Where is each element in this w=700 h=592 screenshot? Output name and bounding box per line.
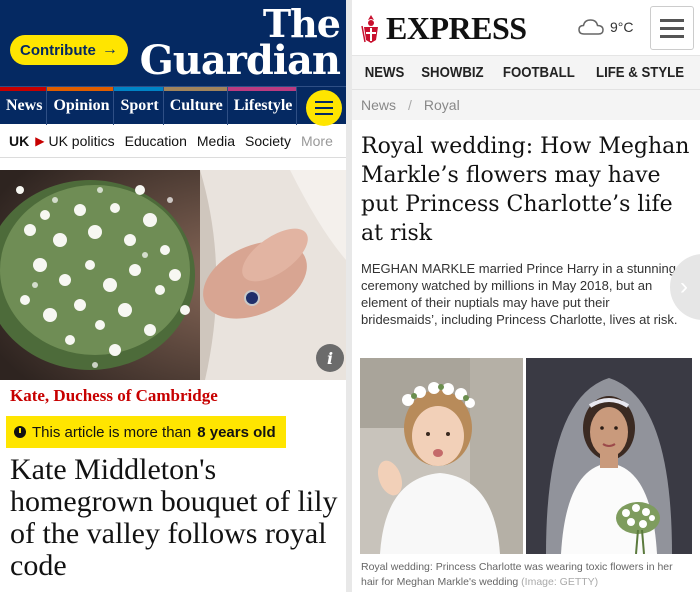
breadcrumb: News / Royal [352, 90, 700, 120]
clock-icon [14, 426, 26, 438]
logo-line-2: Guardian [139, 37, 341, 85]
breadcrumb-item[interactable]: News [361, 97, 396, 113]
arrow-right-icon: → [101, 41, 118, 58]
weather-temp: 9°C [610, 19, 634, 35]
contribute-label: Contribute [20, 41, 96, 59]
pillar-sport[interactable]: Sport [114, 87, 164, 125]
express-logo[interactable]: EXPRESS [360, 10, 527, 47]
menu-icon-line [315, 107, 333, 109]
subnav-item[interactable]: UK politics [48, 133, 114, 149]
weather-widget[interactable]: 9°C [578, 18, 634, 36]
breadcrumb-item[interactable]: Royal [424, 97, 460, 113]
express-header: EXPRESS 9°C [352, 0, 700, 56]
pillar-color-bar [114, 87, 163, 91]
contribute-button[interactable]: Contribute → [10, 35, 128, 65]
meghan-photo-image [526, 358, 692, 554]
article-standfirst: MEGHAN MARKLE married Prince Harry in a … [361, 261, 678, 327]
menu-button[interactable] [306, 90, 342, 126]
pillar-label: Opinion [53, 97, 110, 114]
triangle-right-icon: ▶ [35, 133, 45, 148]
article-age-badge: This article is more than 8 years old [6, 416, 286, 448]
menu-button[interactable] [650, 6, 694, 50]
menu-icon-line [660, 26, 684, 30]
subnav-item[interactable]: Media [197, 133, 235, 149]
article-kicker[interactable]: Kate, Duchess of Cambridge [10, 386, 218, 406]
pillar-label: News [6, 97, 43, 114]
photo-caption: Royal wedding: Princess Charlotte was we… [361, 560, 691, 590]
pillar-culture[interactable]: Culture [163, 87, 228, 125]
menu-icon-line [660, 18, 684, 22]
menu-icon-line [315, 101, 333, 103]
pillar-opinion[interactable]: Opinion [47, 87, 115, 125]
pillar-color-bar [0, 87, 47, 91]
crusader-crest-icon [361, 14, 378, 43]
express-section-nav: NEWS SHOWBIZ FOOTBALL LIFE & STYLE [352, 56, 700, 90]
info-icon[interactable]: i [316, 344, 344, 372]
menu-icon-line [315, 113, 333, 115]
age-prefix: This article is more than [32, 423, 192, 441]
article-headline: Kate Middleton's homegrown bouquet of li… [10, 453, 338, 582]
caption-credit: (Image: GETTY) [521, 576, 599, 588]
meghan-photo [526, 358, 692, 554]
article-headline: Royal wedding: How Meghan Markle’s flowe… [361, 134, 690, 246]
subnav-item[interactable]: Education [125, 133, 187, 149]
express-logo-text: EXPRESS [386, 10, 527, 46]
pillar-news[interactable]: News [0, 87, 48, 125]
bouquet-photo [0, 170, 346, 380]
bouquet-photo-image [0, 170, 346, 380]
subnav-current[interactable]: UK [9, 133, 29, 149]
menu-icon-line [660, 34, 684, 38]
age-value: 8 years old [197, 423, 276, 441]
charlotte-photo [360, 358, 523, 554]
caption-text: Royal wedding: Princess Charlotte was we… [361, 561, 673, 588]
guardian-header: Contribute → The Guardian [0, 0, 346, 86]
pillar-color-bar [227, 87, 297, 91]
pillar-label: Lifestyle [233, 97, 293, 114]
cloud-icon [578, 19, 604, 35]
pillar-color-bar [163, 87, 227, 91]
pillar-label: Sport [120, 97, 159, 114]
guardian-pillar-nav: News Opinion Sport Culture Lifestyle [0, 86, 346, 125]
breadcrumb-separator: / [408, 97, 412, 113]
pillar-color-bar [47, 87, 114, 91]
pillar-lifestyle[interactable]: Lifestyle [227, 87, 298, 125]
nav-item-news[interactable]: NEWS [365, 64, 405, 81]
subnav-more[interactable]: More [301, 133, 333, 149]
nav-item-life-style[interactable]: LIFE & STYLE [596, 64, 684, 81]
chevron-right-icon: › [680, 273, 688, 300]
nav-item-showbiz[interactable]: SHOWBIZ [421, 64, 483, 81]
pillar-label: Culture [169, 97, 223, 114]
subnav-item[interactable]: Society [245, 133, 291, 149]
guardian-subnav: UK ▶ UK politics Education Media Society… [0, 124, 346, 158]
guardian-logo[interactable]: The Guardian [139, 4, 341, 85]
guardian-panel: Contribute → The Guardian News Opinion Spo… [0, 0, 346, 592]
charlotte-photo-image [360, 358, 523, 554]
nav-item-football[interactable]: FOOTBALL [503, 64, 575, 81]
express-panel: EXPRESS 9°C NEWS SHOWBIZ FOOTBALL LIFE &… [352, 0, 700, 592]
